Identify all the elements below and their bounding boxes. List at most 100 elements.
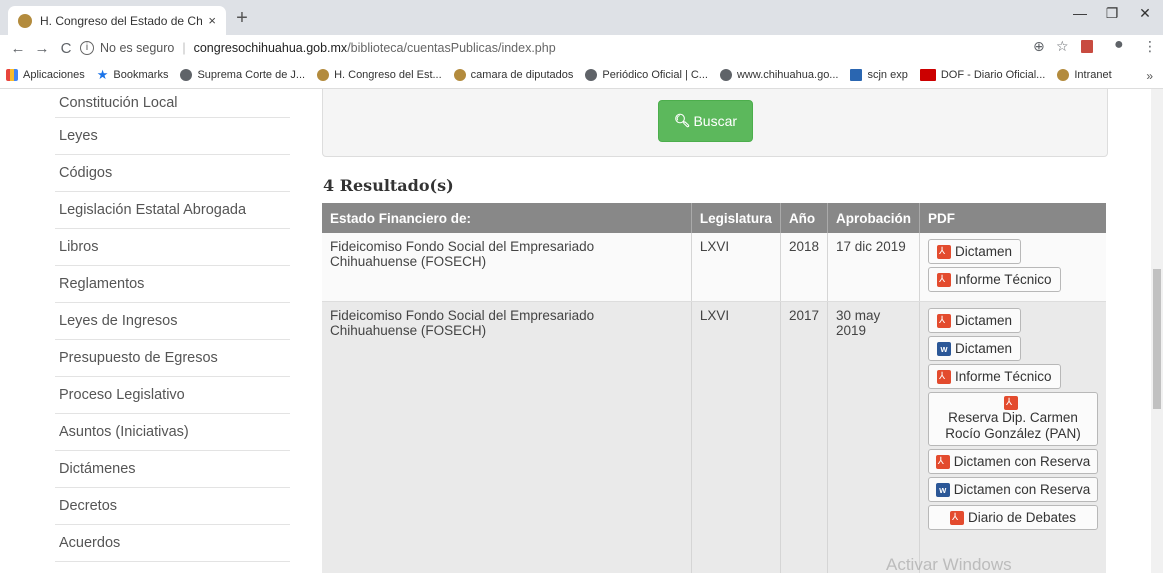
back-icon[interactable]: ← bbox=[6, 40, 30, 57]
document-label: Dictamen con Reserva bbox=[953, 453, 1091, 469]
bookmarks-bar: Aplicaciones ★ Bookmarks Suprema Corte de J… bbox=[0, 62, 1163, 89]
document-button[interactable]: Dictamen bbox=[928, 308, 1022, 333]
apps-icon bbox=[6, 69, 18, 81]
document-label: Diario de Debates bbox=[967, 509, 1077, 525]
pdf-extension-icon[interactable] bbox=[1081, 40, 1093, 53]
tab-title: H. Congreso del Estado de Chihu bbox=[40, 13, 203, 28]
pdf-file-icon bbox=[937, 369, 951, 384]
bookmark-item[interactable]: www.chihuahua.go... bbox=[719, 69, 838, 81]
sidebar-item[interactable]: Códigos bbox=[55, 155, 290, 192]
star-icon: ★ bbox=[96, 67, 109, 82]
page-scrollbar[interactable] bbox=[1151, 89, 1163, 573]
document-button[interactable]: w Dictamen bbox=[928, 336, 1022, 361]
bookmark-item[interactable]: H. Congreso del Est... bbox=[317, 69, 442, 81]
sidebar-nav: Constitución Local Leyes Códigos Legislació… bbox=[55, 89, 290, 562]
browser-tab[interactable]: H. Congreso del Estado de Chihu × bbox=[8, 6, 226, 35]
pdf-file-icon bbox=[1004, 395, 1018, 411]
bookmark-item[interactable]: ★ Bookmarks bbox=[97, 67, 169, 83]
col-header-anio: Año bbox=[780, 203, 828, 233]
search-panel: 🔍︎ Buscar bbox=[322, 89, 1108, 157]
search-button-label: Buscar bbox=[693, 113, 738, 129]
globe-icon bbox=[180, 69, 193, 81]
forward-icon[interactable]: → bbox=[30, 40, 54, 57]
sidebar-item[interactable]: Presupuesto de Egresos bbox=[55, 340, 290, 377]
reload-icon[interactable]: C bbox=[54, 40, 78, 57]
bookmark-label: camara de diputados bbox=[470, 69, 574, 81]
cell-anio: 2018 bbox=[780, 233, 828, 302]
document-button[interactable]: Informe Técnico bbox=[928, 267, 1061, 292]
table-row: Fideicomiso Fondo Social del Empresariad… bbox=[322, 301, 1106, 573]
results-count: 4 Resultado(s) bbox=[323, 176, 454, 195]
bookmark-item[interactable]: Periódico Oficial | C... bbox=[585, 69, 708, 81]
bookmark-item[interactable]: scjn exp bbox=[850, 69, 908, 81]
bookmark-item[interactable]: Aplicaciones bbox=[6, 69, 85, 81]
restore-icon[interactable]: ❐ bbox=[1097, 5, 1127, 22]
windows-activation-watermark: Activar Windows bbox=[886, 555, 1012, 574]
bookmark-star-icon[interactable]: ☆ bbox=[1056, 38, 1069, 55]
bookmark-label: Suprema Corte de J... bbox=[197, 69, 306, 81]
results-table: Estado Financiero de: Legislatura Año Ap… bbox=[322, 203, 1106, 573]
bookmark-item[interactable]: Intranet bbox=[1057, 69, 1112, 81]
scrollbar-thumb[interactable] bbox=[1153, 269, 1161, 409]
table-row: Fideicomiso Fondo Social del Empresariad… bbox=[322, 233, 1106, 302]
sidebar-item[interactable]: Dictámenes bbox=[55, 451, 290, 488]
bookmark-item[interactable]: DOF - Diario Oficial... bbox=[919, 69, 1045, 81]
pdf-file-icon bbox=[935, 454, 950, 470]
document-label: Informe Técnico bbox=[955, 369, 1052, 384]
info-icon[interactable]: i bbox=[80, 41, 94, 55]
pdf-file-icon bbox=[937, 313, 951, 328]
document-label: Dictamen bbox=[955, 313, 1013, 328]
url-field[interactable]: i No es seguro | congresochihuahua.gob.m… bbox=[80, 37, 1020, 59]
bookmark-label: Intranet bbox=[1074, 69, 1112, 81]
pdf-file-icon bbox=[949, 510, 964, 526]
bookmark-item[interactable]: camara de diputados bbox=[453, 69, 574, 81]
document-button[interactable]: Dictamen bbox=[928, 239, 1022, 264]
document-button[interactable]: w Dictamen con Reserva bbox=[928, 477, 1098, 502]
col-header-aprobacion: Aprobación bbox=[827, 203, 921, 233]
sidebar-item[interactable]: Legislación Estatal Abrogada bbox=[55, 192, 290, 229]
minimize-icon[interactable]: — bbox=[1065, 5, 1095, 21]
congreso-seal-icon bbox=[18, 13, 32, 28]
sidebar-item[interactable]: Reglamentos bbox=[55, 266, 290, 303]
pdf-file-icon bbox=[937, 244, 951, 259]
sidebar-item[interactable]: Libros bbox=[55, 229, 290, 266]
cell-entity: Fideicomiso Fondo Social del Empresariad… bbox=[322, 301, 692, 573]
document-button[interactable]: Diario de Debates bbox=[928, 505, 1098, 530]
document-label: Informe Técnico bbox=[955, 272, 1052, 287]
sidebar-item[interactable]: Asuntos (Iniciativas) bbox=[55, 414, 290, 451]
cell-anio: 2017 bbox=[780, 301, 828, 573]
menu-icon[interactable]: ⋮ bbox=[1143, 38, 1157, 55]
bird-icon bbox=[850, 69, 863, 81]
bookmark-label: scjn exp bbox=[867, 69, 908, 81]
cell-aprobacion: 17 dic 2019 bbox=[827, 233, 921, 302]
new-tab-button[interactable]: + bbox=[230, 7, 254, 31]
bookmark-item[interactable]: Suprema Corte de J... bbox=[180, 69, 305, 81]
bookmark-label: Aplicaciones bbox=[23, 69, 85, 81]
document-label: Dictamen con Reserva bbox=[953, 481, 1091, 497]
word-file-icon: w bbox=[937, 341, 951, 356]
close-tab-icon[interactable]: × bbox=[208, 13, 216, 28]
sidebar-item[interactable]: Leyes bbox=[55, 118, 290, 155]
close-window-icon[interactable]: ✕ bbox=[1130, 5, 1160, 22]
search-button[interactable]: 🔍︎ Buscar bbox=[658, 100, 753, 142]
sidebar-item[interactable]: Proceso Legislativo bbox=[55, 377, 290, 414]
document-label: Dictamen bbox=[955, 341, 1013, 356]
more-bookmarks-icon[interactable]: » bbox=[1146, 69, 1153, 83]
cell-pdf: Dictamen Informe Técnico bbox=[919, 233, 1106, 302]
account-icon[interactable]: ● bbox=[1114, 36, 1124, 54]
url-separator: | bbox=[182, 41, 186, 55]
document-button[interactable]: Informe Técnico bbox=[928, 364, 1061, 389]
zoom-icon[interactable]: ⊕ bbox=[1033, 38, 1045, 55]
search-icon: 🔍︎ bbox=[673, 113, 691, 128]
table-header-row: Estado Financiero de: Legislatura Año Ap… bbox=[322, 203, 1106, 233]
sidebar-item[interactable]: Decretos bbox=[55, 488, 290, 525]
seal-icon bbox=[317, 69, 330, 81]
document-button[interactable]: Dictamen con Reserva bbox=[928, 449, 1098, 474]
cell-entity: Fideicomiso Fondo Social del Empresariad… bbox=[322, 233, 692, 302]
sidebar-item[interactable]: Leyes de Ingresos bbox=[55, 303, 290, 340]
globe-icon bbox=[719, 69, 732, 81]
document-button[interactable]: Reserva Dip. Carmen Rocío González (PAN) bbox=[928, 392, 1098, 446]
url-host: congresochihuahua.gob.mx bbox=[193, 41, 348, 55]
sidebar-item[interactable]: Acuerdos bbox=[55, 525, 290, 562]
sidebar-item[interactable]: Constitución Local bbox=[55, 89, 290, 118]
